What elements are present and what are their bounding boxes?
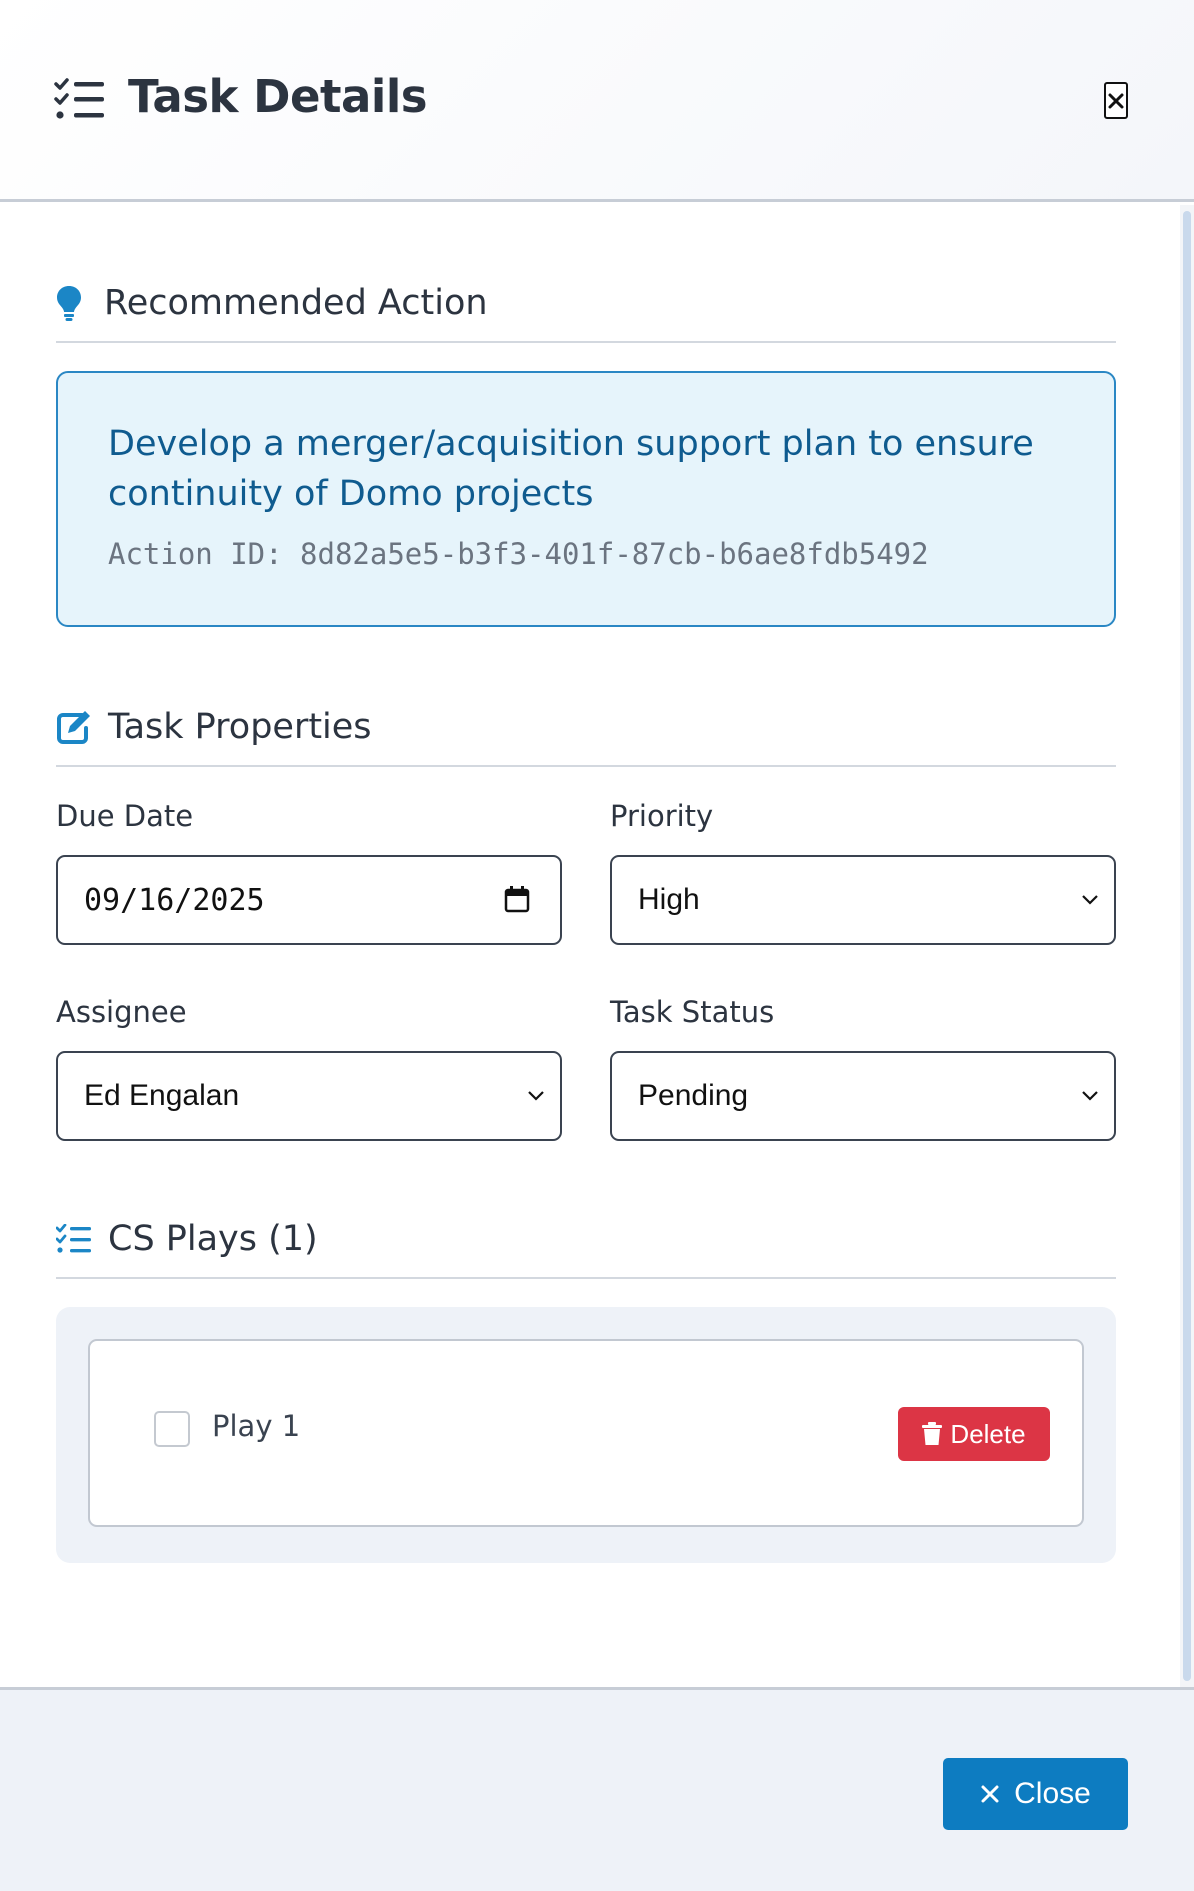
priority-value: High (638, 883, 700, 916)
assignee-select[interactable]: Ed Engalan (56, 1051, 562, 1141)
recommended-action-header: Recommended Action (56, 265, 1116, 343)
task-properties-title: Task Properties (108, 707, 372, 747)
calendar-icon[interactable] (504, 885, 530, 913)
task-properties-header: Task Properties (56, 689, 1116, 767)
close-icon (981, 1785, 999, 1803)
chevron-down-icon (1082, 1091, 1098, 1101)
chevron-down-icon (1082, 895, 1098, 905)
edit-icon (57, 711, 90, 744)
cs-plays-header: CS Plays (1) (56, 1201, 1116, 1279)
list-check-icon (54, 78, 104, 119)
modal-body: Recommended Action Develop a merger/acqu… (0, 205, 1194, 1687)
cs-plays-list: Play 1 Delete (56, 1307, 1116, 1563)
close-button[interactable]: Close (943, 1758, 1128, 1830)
list-item: Play 1 Delete (88, 1339, 1084, 1527)
task-status-label: Task Status (610, 995, 775, 1029)
list-check-icon (56, 1224, 91, 1253)
close-icon (1108, 93, 1124, 108)
recommended-action-title: Recommended Action (104, 283, 488, 323)
scrollbar[interactable] (1180, 205, 1194, 1687)
chevron-down-icon (528, 1091, 544, 1101)
due-date-input[interactable]: 09/16/2025 (56, 855, 562, 945)
cs-plays-title: CS Plays (1) (108, 1219, 318, 1259)
recommended-action-card: Develop a merger/acquisition support pla… (56, 371, 1116, 627)
close-button-label: Close (1014, 1777, 1091, 1810)
modal-footer: Close (0, 1687, 1194, 1891)
header-close-button[interactable] (1104, 82, 1128, 119)
action-id: Action ID: 8d82a5e5-b3f3-401f-87cb-b6ae8… (108, 537, 929, 571)
modal-title: Task Details (128, 70, 428, 123)
scrollbar-thumb[interactable] (1183, 211, 1191, 1681)
priority-select[interactable]: High (610, 855, 1116, 945)
due-date-value: 09/16/2025 (84, 882, 265, 918)
recommended-action-text: Develop a merger/acquisition support pla… (108, 424, 1034, 514)
delete-label: Delete (950, 1418, 1026, 1449)
assignee-value: Ed Engalan (84, 1079, 240, 1112)
play-checkbox[interactable] (154, 1411, 190, 1447)
trash-icon (922, 1422, 943, 1445)
assignee-label: Assignee (56, 995, 187, 1029)
task-status-select[interactable]: Pending (610, 1051, 1116, 1141)
lightbulb-icon (57, 286, 81, 321)
priority-label: Priority (610, 799, 714, 833)
modal-header: Task Details (0, 0, 1194, 202)
play-label: Play 1 (212, 1409, 301, 1443)
due-date-label: Due Date (56, 799, 194, 833)
task-status-value: Pending (638, 1079, 749, 1112)
delete-play-button[interactable]: Delete (898, 1407, 1050, 1461)
